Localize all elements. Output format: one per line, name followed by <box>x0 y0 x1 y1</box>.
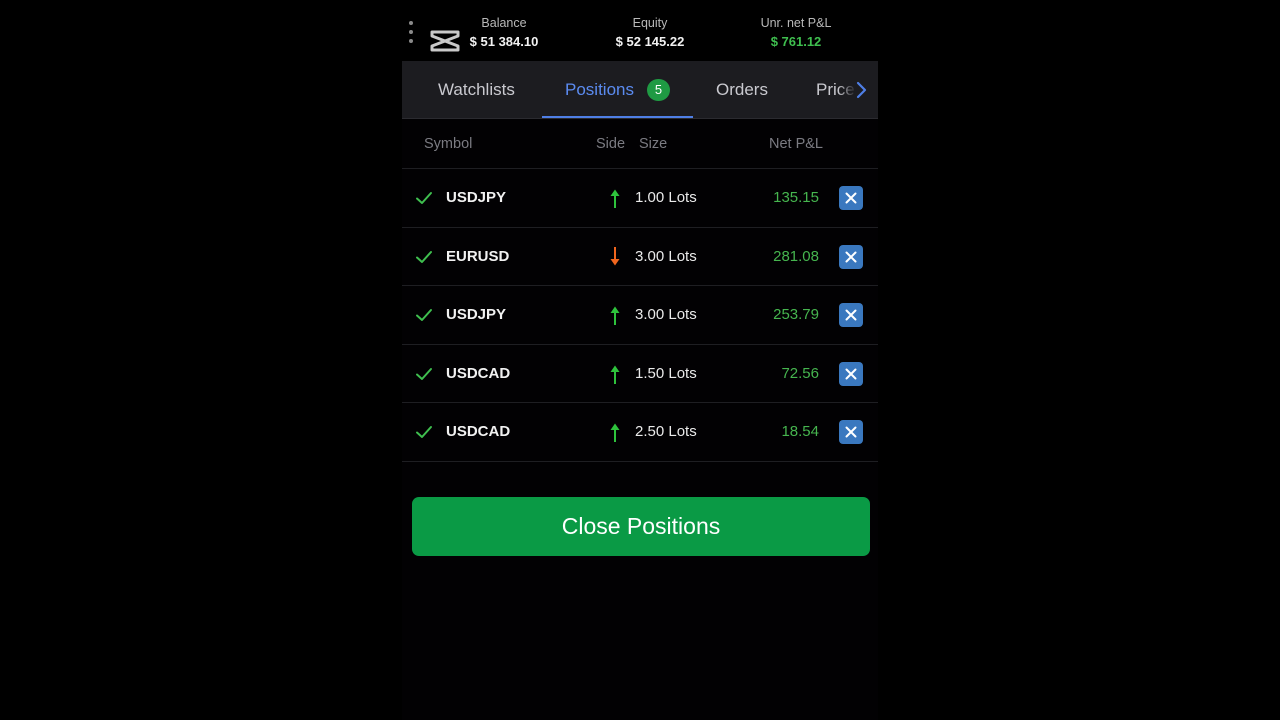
close-positions-button[interactable]: Close Positions <box>412 497 870 556</box>
vertical-dots-icon[interactable] <box>409 21 415 43</box>
close-icon <box>845 251 857 263</box>
close-icon <box>845 368 857 380</box>
side-arrow-icon <box>610 365 620 384</box>
chevron-right-icon[interactable] <box>851 76 871 104</box>
side-arrow-icon <box>610 306 620 326</box>
close-position-button[interactable] <box>839 186 863 210</box>
equity-label: Equity <box>632 16 668 30</box>
checkmark-icon[interactable] <box>415 248 433 266</box>
position-size: 2.50 Lots <box>635 423 697 441</box>
position-row[interactable]: EURUSD 3.00 Lots 281.08 <box>402 228 878 287</box>
close-icon <box>845 426 857 438</box>
capcut-logo <box>430 30 460 52</box>
position-symbol: USDCAD <box>446 423 511 441</box>
tab-positions-label: Positions <box>565 80 634 99</box>
column-header-side[interactable]: Side <box>596 119 625 169</box>
positions-table-header: Symbol Side Size Net P&L <box>402 119 878 169</box>
unrealized-pnl-label: Unr. net P&L <box>760 16 832 30</box>
position-net-pnl: 253.79 <box>773 306 819 324</box>
position-size: 3.00 Lots <box>635 306 697 324</box>
position-symbol: USDCAD <box>446 364 511 382</box>
close-icon <box>845 192 857 204</box>
position-net-pnl: 18.54 <box>781 423 819 441</box>
position-symbol: USDJPY <box>446 306 507 324</box>
position-symbol: EURUSD <box>446 247 510 265</box>
position-row[interactable]: USDCAD 2.50 Lots 18.54 <box>402 403 878 462</box>
equity-value: $ 52 145.22 <box>615 34 685 49</box>
side-arrow-icon <box>610 189 620 208</box>
position-size: 1.50 Lots <box>635 364 697 382</box>
position-row[interactable]: USDCAD 1.50 Lots 72.56 <box>402 345 878 404</box>
balance-value: $ 51 384.10 <box>469 34 539 49</box>
account-header: Balance $ 51 384.10 Equity $ 52 145.22 U… <box>402 0 878 61</box>
positions-screen: Balance $ 51 384.10 Equity $ 52 145.22 U… <box>402 0 878 720</box>
close-position-button[interactable] <box>839 361 863 386</box>
position-net-pnl: 72.56 <box>781 364 819 382</box>
unrealized-pnl-value: $ 761.12 <box>770 34 822 49</box>
position-symbol: USDJPY <box>446 189 507 206</box>
checkmark-icon[interactable] <box>415 365 433 383</box>
column-header-net-pnl[interactable]: Net P&L <box>769 119 823 169</box>
position-row[interactable]: USDJPY 1.00 Lots 135.15 <box>402 169 878 228</box>
position-size: 3.00 Lots <box>635 247 697 265</box>
checkmark-icon[interactable] <box>415 189 433 207</box>
position-net-pnl: 135.15 <box>773 189 819 206</box>
close-position-button[interactable] <box>839 244 863 269</box>
close-position-button[interactable] <box>839 420 863 445</box>
close-icon <box>845 309 857 321</box>
tab-bar: Watchlists Positions 5 Orders Prices <box>402 61 878 119</box>
tab-prices[interactable]: Prices <box>816 61 856 118</box>
unrealized-pnl-stat: Unr. net P&L $ 761.12 <box>752 16 840 51</box>
balance-stat: Balance $ 51 384.10 <box>460 16 548 51</box>
tab-orders[interactable]: Orders <box>716 61 768 118</box>
tab-positions[interactable]: Positions 5 <box>542 61 693 118</box>
close-position-button[interactable] <box>839 303 863 328</box>
checkmark-icon[interactable] <box>415 423 433 441</box>
column-header-symbol[interactable]: Symbol <box>424 119 472 169</box>
position-net-pnl: 281.08 <box>773 247 819 265</box>
balance-label: Balance <box>481 16 527 30</box>
equity-stat: Equity $ 52 145.22 <box>607 16 693 51</box>
side-arrow-icon <box>610 423 620 443</box>
column-header-size[interactable]: Size <box>639 119 667 169</box>
checkmark-icon[interactable] <box>415 306 433 324</box>
positions-count-badge: 5 <box>647 79 670 101</box>
side-arrow-icon <box>610 246 620 266</box>
position-size: 1.00 Lots <box>635 189 697 206</box>
tab-watchlists[interactable]: Watchlists <box>438 61 515 118</box>
position-row[interactable]: USDJPY 3.00 Lots 253.79 <box>402 286 878 345</box>
